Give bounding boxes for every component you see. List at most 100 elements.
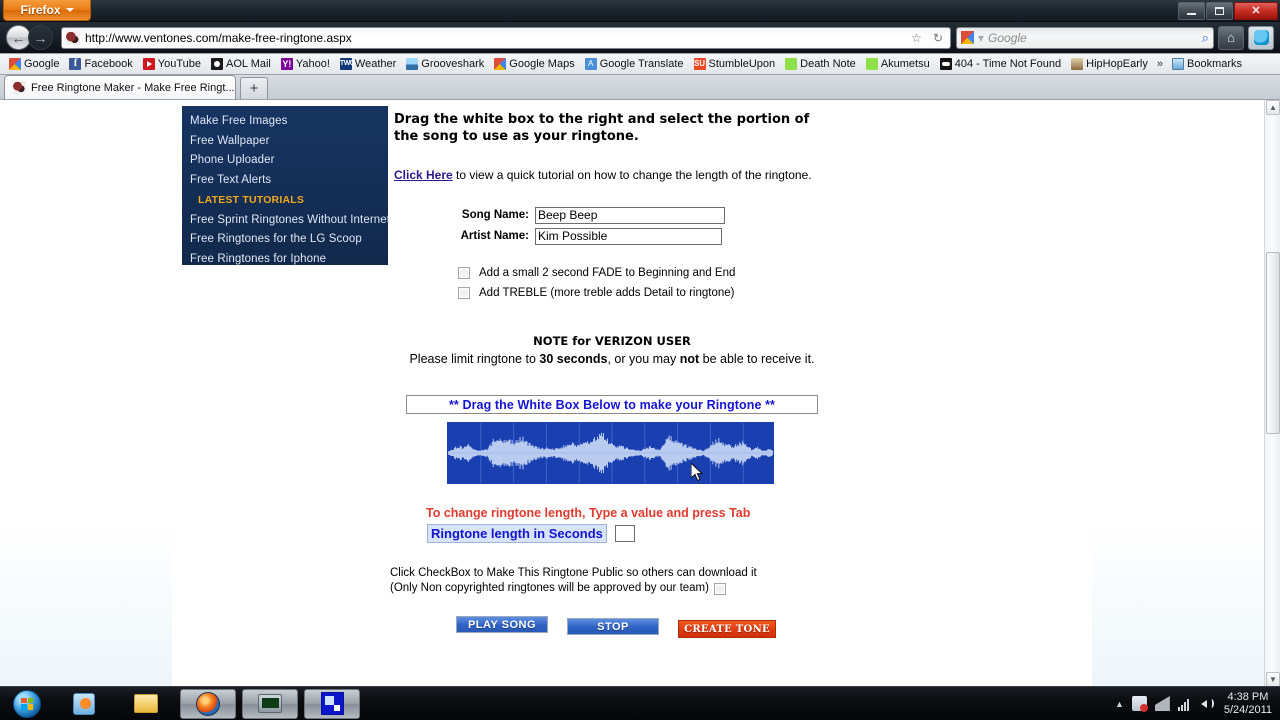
close-button[interactable]: ✕: [1234, 2, 1278, 20]
search-icon[interactable]: ⌕: [1202, 30, 1209, 46]
maximize-button[interactable]: [1206, 2, 1233, 20]
home-icon: ⌂: [1227, 30, 1235, 45]
scrollbar-thumb[interactable]: [1266, 252, 1280, 434]
bookmark-item-death-note[interactable]: Death Note: [780, 55, 861, 73]
clock[interactable]: 4:38 PM 5/24/2011: [1224, 691, 1272, 717]
search-engine-chevron-icon[interactable]: ▾: [978, 31, 984, 45]
taskbar-item-firefox[interactable]: [180, 688, 236, 719]
play-song-button[interactable]: PLAY SONG: [456, 616, 548, 633]
minimize-button[interactable]: [1178, 2, 1205, 20]
ringtone-length-input[interactable]: [614, 525, 635, 542]
bookmark-item-hiphopearly[interactable]: HipHopEarly: [1066, 55, 1153, 73]
audio-waveform[interactable]: [447, 422, 774, 484]
bookmark-label: Grooveshark: [421, 57, 485, 70]
site-favicon-icon: [66, 30, 80, 45]
bookmarks-folder-button[interactable]: Bookmarks: [1167, 55, 1247, 73]
bookmark-item-weather[interactable]: TWC Weather: [335, 55, 401, 73]
sidebar-item-label: Free Wallpaper: [190, 134, 270, 147]
stop-button[interactable]: STOP: [567, 618, 659, 635]
address-bar[interactable]: http://www.ventones.com/make-free-ringto…: [61, 26, 951, 49]
facebook-icon: f: [69, 58, 82, 70]
click-here-link[interactable]: Click Here: [394, 168, 453, 182]
bookmark-item-404-time-not-found[interactable]: 404 - Time Not Found: [935, 55, 1066, 73]
verizon-note-title: NOTE for VERIZON USER: [533, 334, 691, 348]
reload-icon[interactable]: ↻: [930, 31, 946, 45]
home-button[interactable]: ⌂: [1218, 25, 1244, 50]
taskbar-item-windows-media-player[interactable]: [56, 689, 112, 719]
bookmark-star-icon[interactable]: ☆: [908, 31, 925, 45]
waveform-container[interactable]: [447, 422, 774, 484]
bookmark-item-grooveshark[interactable]: Grooveshark: [401, 55, 489, 73]
tab-strip: Free Ringtone Maker - Make Free Ringt...…: [0, 75, 1280, 100]
create-tone-button[interactable]: CREATE TONE: [678, 620, 776, 638]
start-button[interactable]: [4, 688, 50, 720]
forward-button[interactable]: →: [28, 25, 53, 50]
volume-icon[interactable]: [1200, 697, 1216, 710]
scrollbar-up-arrow[interactable]: ▲: [1266, 100, 1280, 115]
sidebar-item-free-wallpaper[interactable]: Free Wallpaper: [190, 132, 388, 152]
search-bar[interactable]: ▾ Google ⌕: [956, 26, 1214, 49]
bookmark-label: Facebook: [84, 57, 133, 70]
bookmark-item-google-maps[interactable]: Google Maps: [489, 55, 579, 73]
ventones-site-body: Make Free Images Free Wallpaper Phone Up…: [172, 100, 1092, 687]
bookmarks-overflow-icon[interactable]: »: [1153, 58, 1167, 70]
sidebar-item-free-text-alerts[interactable]: Free Text Alerts: [190, 171, 388, 191]
youtube-icon: [142, 58, 155, 70]
plus-icon: +: [249, 80, 259, 97]
navigation-toolbar: ← → http://www.ventones.com/make-free-ri…: [0, 22, 1280, 53]
signal-strength-icon[interactable]: [1177, 696, 1193, 711]
audio-options: Add a small 2 second FADE to Beginning a…: [458, 263, 1084, 303]
fade-option-row: Add a small 2 second FADE to Beginning a…: [458, 263, 1084, 283]
main-content-column: Drag the white box to the right and sele…: [390, 100, 1084, 638]
tab-free-ringtone-maker[interactable]: Free Ringtone Maker - Make Free Ringt...: [4, 75, 236, 99]
taskbar-item-remote-desktop[interactable]: [242, 688, 298, 719]
sidebar-item-lg-scoop-ringtones[interactable]: Free Ringtones for the LG Scoop: [190, 230, 388, 250]
bookmark-label: Akumetsu: [880, 57, 930, 70]
sidebar-item-phone-uploader[interactable]: Phone Uploader: [190, 151, 388, 171]
drag-box-header: ** Drag the White Box Below to make your…: [406, 395, 818, 414]
bookmark-label: HipHopEarly: [1086, 57, 1148, 70]
site-sidebar-nav: Make Free Images Free Wallpaper Phone Up…: [182, 106, 390, 265]
new-tab-button[interactable]: +: [240, 77, 268, 99]
sidebar-item-label: Free Ringtones for Iphone: [190, 252, 327, 265]
bookmarks-toolbar: Google f Facebook YouTube AOL Mail Y! Ya…: [0, 53, 1280, 75]
song-name-input[interactable]: [535, 206, 725, 224]
sidebar-item-make-free-images[interactable]: Make Free Images: [190, 112, 388, 132]
make-public-checkbox[interactable]: [713, 582, 726, 595]
bookmark-item-facebook[interactable]: f Facebook: [64, 55, 137, 73]
page-scrollbar[interactable]: ▲ ▼: [1264, 100, 1280, 687]
sidebar-item-label: Make Free Images: [190, 115, 288, 127]
hiphopearly-icon: [1071, 58, 1084, 70]
action-center-icon[interactable]: [1131, 696, 1148, 712]
system-tray: ▲ 4:38 PM 5/24/2011: [1115, 691, 1280, 717]
firefox-app-menu-button[interactable]: Firefox: [3, 0, 91, 21]
bookmark-item-youtube[interactable]: YouTube: [138, 55, 206, 73]
bookmark-item-stumbleupon[interactable]: SU StumbleUpon: [689, 55, 781, 73]
google-icon: [9, 58, 21, 70]
scrollbar-down-arrow[interactable]: ▼: [1266, 672, 1280, 687]
network-drive-icon[interactable]: [1154, 696, 1170, 711]
google-maps-icon: [494, 58, 507, 70]
bookmark-item-google[interactable]: Google: [4, 55, 64, 73]
search-input[interactable]: Google: [988, 31, 1198, 45]
artist-name-input[interactable]: [535, 227, 722, 245]
treble-checkbox[interactable]: [458, 287, 470, 299]
fade-checkbox[interactable]: [458, 267, 470, 279]
bookmark-label: 404 - Time Not Found: [954, 57, 1062, 70]
bookmark-item-aol-mail[interactable]: AOL Mail: [206, 55, 276, 73]
tutorial-line: Click Here to view a quick tutorial on h…: [394, 168, 1084, 182]
bookmark-item-yahoo[interactable]: Y! Yahoo!: [276, 55, 335, 73]
skype-extension-button[interactable]: [1248, 25, 1274, 50]
artist-name-row: Artist Name:: [455, 226, 1084, 246]
bookmark-item-google-translate[interactable]: A Google Translate: [580, 55, 689, 73]
play-song-label: PLAY SONG: [467, 618, 537, 631]
bookmark-label: StumbleUpon: [708, 57, 776, 70]
bookmark-item-akumetsu[interactable]: Akumetsu: [861, 55, 935, 73]
sidebar-item-free-sprint-ringtones[interactable]: Free Sprint Ringtones Without Internet: [190, 211, 390, 231]
forward-arrow-icon: →: [33, 29, 48, 46]
sidebar-item-iphone-ringtones[interactable]: Free Ringtones for Iphone: [190, 250, 388, 270]
stumbleupon-icon: SU: [693, 58, 706, 70]
tray-expand-icon[interactable]: ▲: [1115, 699, 1124, 709]
taskbar-item-blue-app[interactable]: [304, 688, 360, 719]
taskbar-item-windows-explorer[interactable]: [118, 689, 174, 719]
